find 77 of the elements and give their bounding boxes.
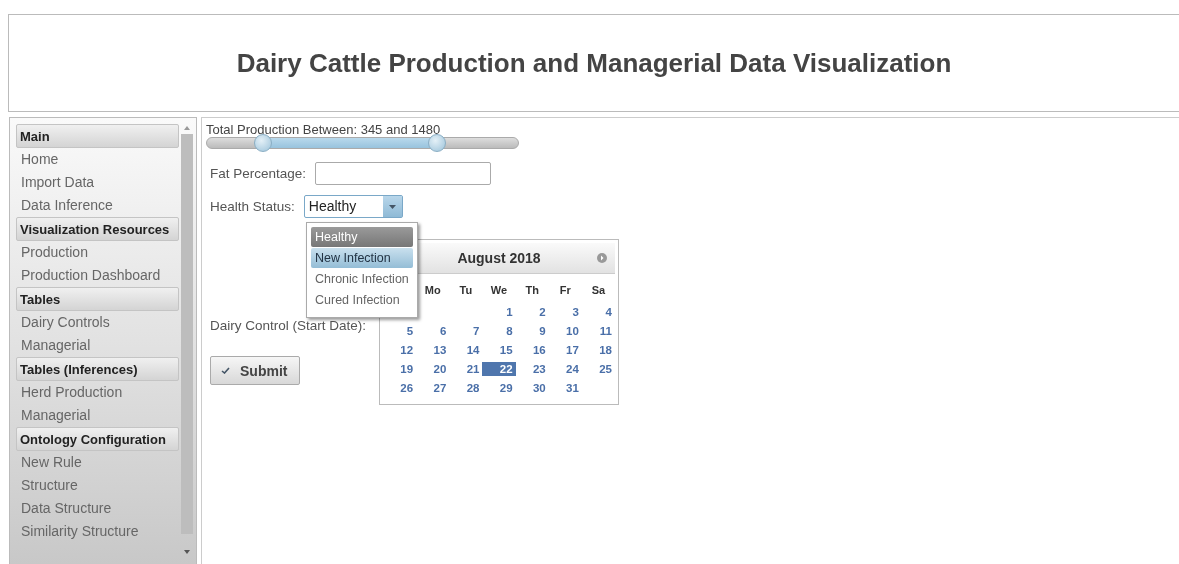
sidebar-section-header[interactable]: Tables (16, 287, 179, 311)
weekday-header: Fr (558, 283, 572, 298)
sidebar-item[interactable]: New Rule (16, 451, 82, 474)
sidebar-item[interactable]: Production Dashboard (16, 264, 161, 287)
calendar-day[interactable]: 4 (581, 304, 615, 319)
sidebar-item[interactable]: Production (16, 241, 88, 264)
dropdown-option[interactable]: Healthy (311, 227, 413, 247)
calendar-day[interactable]: 13 (416, 342, 450, 357)
weekday-header: Sa (590, 283, 607, 298)
sidebar-section-header[interactable]: Visualization Resources (16, 217, 179, 241)
sidebar-section-header[interactable]: Ontology Configuration (16, 427, 179, 451)
calendar-day[interactable]: 29 (482, 380, 516, 395)
field-label: Health Status: (210, 199, 295, 214)
calendar-day[interactable]: 17 (548, 342, 582, 357)
sidebar-item[interactable]: Managerial (16, 404, 91, 427)
weekday-header: Tu (458, 283, 474, 298)
calendar-day[interactable]: 15 (482, 342, 516, 357)
calendar-day[interactable]: 26 (383, 380, 417, 395)
fat-percentage-field[interactable] (315, 162, 492, 185)
field-label: Dairy Control (Start Date): (210, 318, 367, 333)
calendar-day[interactable]: 22 (482, 361, 516, 376)
sidebar-item[interactable]: Import Data (16, 171, 95, 194)
calendar-day[interactable]: 11 (581, 323, 615, 338)
calendar-title: August 2018 (457, 250, 541, 266)
production-range-label: Total Production Between: 345 and 1480 (206, 122, 442, 137)
scroll-down-icon[interactable] (181, 548, 193, 556)
calendar-day[interactable]: 12 (383, 342, 417, 357)
calendar-day[interactable]: 21 (449, 361, 483, 376)
slider-thumb[interactable] (253, 134, 272, 152)
field-label: Fat Percentage: (210, 166, 307, 181)
calendar-day[interactable]: 19 (383, 361, 417, 376)
calendar-day[interactable]: 20 (416, 361, 450, 376)
calendar-day[interactable]: 1 (482, 304, 516, 319)
caret-icon (388, 204, 396, 209)
calendar-day[interactable]: 3 (548, 304, 582, 319)
weekday-header: We (489, 283, 509, 298)
calendar-day[interactable]: 25 (581, 361, 615, 376)
next-month-icon[interactable] (597, 253, 607, 263)
check-icon (221, 367, 230, 374)
sidebar-item[interactable]: Structure (16, 474, 78, 497)
calendar-day[interactable]: 7 (449, 323, 483, 338)
sidebar-item[interactable]: Dairy Controls (16, 311, 110, 334)
calendar-day[interactable]: 5 (383, 323, 417, 338)
calendar-day[interactable]: 23 (515, 361, 549, 376)
sidebar-item[interactable]: Data Structure (16, 497, 112, 520)
calendar-day[interactable]: 10 (548, 323, 582, 338)
calendar-day[interactable]: 28 (449, 380, 483, 395)
calendar-day[interactable]: 27 (416, 380, 450, 395)
calendar-day[interactable]: 24 (548, 361, 582, 376)
sidebar-section-header[interactable]: Tables (Inferences) (16, 357, 179, 381)
dropdown-option[interactable]: Cured Infection (311, 290, 413, 310)
calendar-day[interactable]: 14 (449, 342, 483, 357)
sidebar-item[interactable]: Home (16, 148, 59, 171)
sidebar-section-header[interactable]: Main (16, 124, 179, 148)
calendar-day[interactable]: 30 (515, 380, 549, 395)
calendar-day[interactable]: 2 (515, 304, 549, 319)
calendar-day[interactable]: 8 (482, 323, 516, 338)
range-slider[interactable] (206, 137, 519, 149)
dropdown-option[interactable]: New Infection (311, 248, 413, 268)
weekday-header: Mo (423, 283, 442, 298)
page-title: Dairy Cattle Production and Managerial Data Visualization (236, 47, 952, 79)
sidebar-item[interactable]: Data Inference (16, 194, 113, 217)
scroll-up-icon[interactable] (181, 124, 193, 132)
weekday-header: Th (524, 283, 540, 298)
calendar-day[interactable]: 6 (416, 323, 450, 338)
sidebar-item[interactable]: Similarity Structure (16, 520, 139, 543)
submit-button[interactable]: Submit (210, 356, 300, 385)
calendar-day[interactable]: 18 (581, 342, 615, 357)
dropdown-option[interactable]: Chronic Infection (311, 269, 413, 289)
calendar-day[interactable]: 16 (515, 342, 549, 357)
scrollbar-thumb[interactable] (181, 134, 193, 534)
sidebar-item[interactable]: Managerial (16, 334, 91, 357)
calendar-day[interactable]: 31 (548, 380, 582, 395)
sidebar-item[interactable]: Herd Production (16, 381, 123, 404)
slider-thumb[interactable] (428, 134, 447, 152)
calendar-day[interactable]: 9 (515, 323, 549, 338)
health-status-select[interactable]: Healthy (303, 195, 403, 218)
